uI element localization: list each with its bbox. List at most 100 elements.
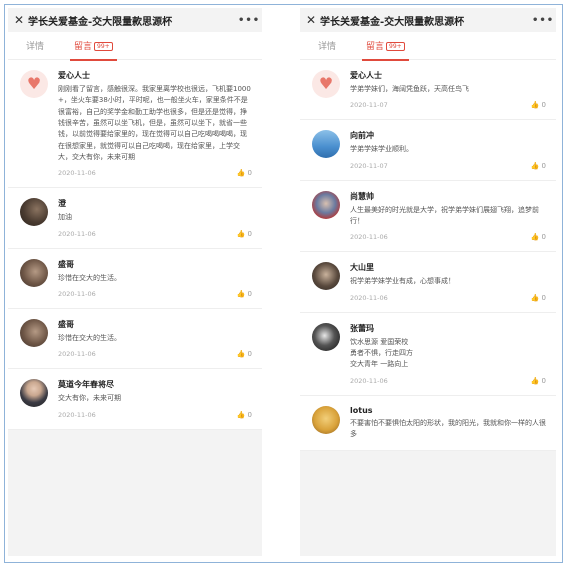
thumbs-up-icon: 👍 [236,350,246,359]
tab-details[interactable]: 详情 [318,39,336,52]
commenter-name: 莫道今年春将尽 [58,380,114,390]
tab-bar: 详情 留言 99+ [8,32,262,61]
commenter-name: 盛哥 [58,259,74,269]
avatar [20,258,48,287]
thumbs-up-icon: 👍 [236,169,246,178]
commenter-name: 大山里 [350,263,374,273]
comment-text: 珍惜在交大的生活。 [58,333,121,342]
comment-time: 2020-11-06 [350,233,388,242]
thumbs-up-icon: 👍 [530,293,540,302]
top-bar: ✕ 学长关爱基金-交大限量款思源杯 ••• [300,8,556,32]
like-button[interactable]: 👍 0 [237,230,252,238]
comment-item: 大山里 祝学弟学妹学业有成，心想事成！ 2020-11-06 👍 0 [300,252,556,313]
comment-time: 2020-11-06 [58,169,96,178]
page-title: 学长关爱基金-交大限量款思源杯 [320,16,465,28]
like-count: 0 [247,169,252,178]
tab-comments-label: 留言 [366,42,385,52]
like-button[interactable]: 👍 0 [531,162,546,170]
like-button[interactable]: 👍 0 [237,290,252,298]
commenter-name: 张蕾玛 [350,323,374,333]
close-icon[interactable]: ✕ [14,13,28,27]
right-screen: ✕ 学长关爱基金-交大限量款思源杯 ••• 详情 留言 99+ ♥ 爱心人士 学弟… [300,8,556,556]
like-count: 0 [247,289,252,298]
thumbs-up-icon: 👍 [530,101,540,110]
more-icon[interactable]: ••• [238,15,259,26]
commenter-name: 盛哥 [58,319,74,329]
commenter-name: lotus [350,405,373,415]
comment-text: 人生最美好的时光就是大学，祝学弟学妹们展翅飞翔，追梦前行！ [350,205,539,225]
tab-comments[interactable]: 留言 99+ [362,39,409,61]
avatar: ♥ [312,70,340,98]
comment-text: 学弟学妹们，海阔凭鱼跃，天高任鸟飞 [350,85,469,93]
comment-time: 2020-11-06 [58,410,96,419]
like-button[interactable]: 👍 0 [531,233,546,241]
thumbs-up-icon: 👍 [236,229,246,238]
heart-icon: ♥ [318,74,334,93]
tab-details[interactable]: 详情 [26,39,44,52]
comment-item: 澄 加油 2020-11-06 👍 0 [8,188,262,249]
top-bar: ✕ 学长关爱基金-交大限量款思源杯 ••• [8,8,262,32]
thumbs-up-icon: 👍 [236,410,246,419]
comment-item: ♥ 爱心人士 刚刚看了留言，感触很深。我家里离学校也很远，飞机要1000+，坐火… [8,60,262,189]
tab-comments[interactable]: 留言 99+ [70,39,117,61]
commenter-name: 爱心人士 [350,71,382,80]
avatar [312,262,340,291]
like-button[interactable]: 👍 0 [237,350,252,358]
comment-item: 尚慧帅 人生最美好的时光就是大学，祝学弟学妹们展翅飞翔，追梦前行！ 2020-1… [300,181,556,253]
like-count: 0 [541,376,546,385]
comment-item: 盛哥 珍惜在交大的生活。 2020-11-06 👍 0 [8,249,262,309]
like-button[interactable]: 👍 0 [237,411,252,419]
comment-list: ♥ 爱心人士 刚刚看了留言，感触很深。我家里离学校也很远，飞机要1000+，坐火… [8,60,262,430]
comment-text: 加油 [58,213,72,222]
like-count: 0 [247,410,252,419]
comment-text: 交大有你，未来可期 [58,394,121,403]
tab-comments-label: 留言 [74,42,93,52]
like-button[interactable]: 👍 0 [531,294,546,302]
avatar: ♥ [20,70,48,98]
comment-time: 2020-11-06 [58,350,96,359]
like-button[interactable]: 👍 0 [531,101,546,109]
avatar [312,405,340,434]
heart-icon: ♥ [26,74,42,93]
avatar [20,198,48,227]
thumbs-up-icon: 👍 [530,161,540,170]
comment-time: 2020-11-06 [58,289,96,298]
like-button[interactable]: 👍 0 [531,377,546,385]
comment-text: 珍惜在交大的生活。 [58,273,121,282]
comment-text: 不要害怕不要惧怕太阳的形状，我的阳光，我就和你一样的人很多 [350,418,546,438]
comment-text: 祝学弟学妹学业有成，心想事成！ [350,277,455,286]
comment-time: 2020-11-06 [58,229,96,238]
comment-item: 盛哥 珍惜在交大的生活。 2020-11-06 👍 0 [8,309,262,370]
like-count: 0 [541,293,546,302]
avatar [20,379,48,408]
close-icon[interactable]: ✕ [306,13,320,27]
thumbs-up-icon: 👍 [530,233,540,242]
comment-count-badge: 99+ [386,42,405,51]
comment-text: 饮水思源 爱国荣校 勇者不惧，行走四方 交大青年 一路向上 [350,337,413,369]
left-screen: ✕ 学长关爱基金-交大限量款思源杯 ••• 详情 留言 99+ ♥ 爱心人士 刚刚… [8,8,262,556]
thumbs-up-icon: 👍 [530,376,540,385]
like-count: 0 [247,229,252,238]
like-count: 0 [541,233,546,242]
like-count: 0 [247,350,252,359]
comment-text: 刚刚看了留言，感触很深。我家里离学校也很远，飞机要1000+，坐火车要38小时，… [58,85,251,161]
like-button[interactable]: 👍 0 [237,169,252,177]
comment-item: 向前冲 学弟学妹学业顺利。 2020-11-07 👍 0 [300,120,556,181]
commenter-name: 澄 [58,199,66,209]
avatar [312,190,340,219]
commenter-name: 爱心人士 [58,71,90,80]
commenter-name: 向前冲 [350,131,374,141]
comment-time: 2020-11-07 [350,161,388,170]
avatar [20,318,48,347]
comment-item: lotus 不要害怕不要惧怕太阳的形状，我的阳光，我就和你一样的人很多 [300,396,556,452]
comment-item: ♥ 爱心人士 学弟学妹们，海阔凭鱼跃，天高任鸟飞 2020-11-07 👍 0 [300,60,556,121]
comment-item: 莫道今年春将尽 交大有你，未来可期 2020-11-06 👍 0 [8,369,262,430]
more-icon[interactable]: ••• [532,15,553,26]
avatar [312,130,340,159]
comment-text: 学弟学妹学业顺利。 [350,145,413,154]
page-title: 学长关爱基金-交大限量款思源杯 [28,16,173,28]
like-count: 0 [541,161,546,170]
comment-list: ♥ 爱心人士 学弟学妹们，海阔凭鱼跃，天高任鸟飞 2020-11-07 👍 0 … [300,60,556,452]
comment-time: 2020-11-06 [350,293,388,302]
comment-time: 2020-11-06 [350,376,388,385]
